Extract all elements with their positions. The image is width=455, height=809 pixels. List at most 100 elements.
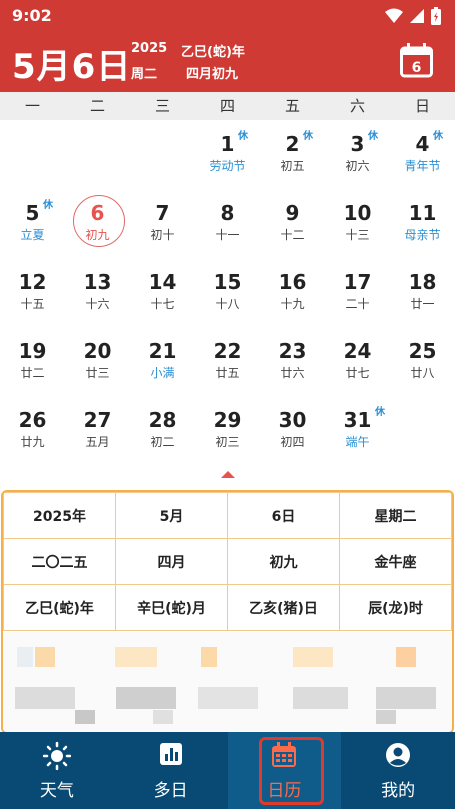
day-number: 30 — [278, 408, 307, 432]
day-cell[interactable]: 22 廿五 — [195, 327, 260, 396]
today-button[interactable]: 6 — [400, 43, 433, 78]
weekday-label: 三 — [154, 97, 170, 115]
tab-calendar[interactable]: 日历 — [227, 732, 342, 809]
day-cell[interactable]: 19 廿二 — [0, 327, 65, 396]
rest-day-badge: 休 — [368, 131, 378, 142]
day-cell[interactable]: 18 廿一 — [390, 258, 455, 327]
day-lunar-label: 十七 — [150, 297, 175, 311]
tab-label: 日历 — [267, 781, 302, 801]
day-info-table: 2025年 5月 6日 星期二 二〇二五 四月 初九 金牛座 乙巳(蛇)年 辛巳… — [3, 492, 452, 631]
day-number: 2 — [285, 132, 300, 156]
tab-label: 我的 — [381, 781, 416, 801]
day-cell[interactable]: 6 初九 — [65, 189, 130, 258]
day-number: 6 — [90, 201, 105, 225]
day-number: 3 — [350, 132, 365, 156]
day-number: 8 — [220, 201, 235, 225]
day-lunar-label: 廿二 — [20, 366, 45, 380]
day-lunar-label: 十九 — [280, 297, 305, 311]
info-cell: 辰(龙)时 — [339, 584, 452, 631]
day-lunar-label: 初四 — [280, 435, 305, 449]
day-number: 29 — [213, 408, 242, 432]
day-cell[interactable]: 26 廿九 — [0, 396, 65, 465]
header-weekday: 周二 — [131, 67, 158, 82]
bar-chart-icon — [159, 743, 182, 765]
day-cell[interactable]: 2 初五 休 — [260, 120, 325, 189]
calendar-today-icon: 6 — [400, 43, 433, 78]
expand-arrow-icon[interactable] — [221, 471, 235, 478]
day-cell[interactable]: 17 二十 — [325, 258, 390, 327]
info-cell: 乙亥(猪)日 — [227, 584, 340, 631]
day-cell[interactable]: 21 小满 — [130, 327, 195, 396]
day-number: 24 — [343, 339, 372, 363]
day-cell[interactable]: 10 十三 — [325, 189, 390, 258]
day-lunar-label: 十五 — [20, 297, 45, 311]
day-cell[interactable]: 7 初十 — [130, 189, 195, 258]
info-cell: 2025年 — [3, 492, 116, 539]
day-lunar-label: 劳动节 — [209, 159, 246, 173]
day-cell[interactable]: 20 廿三 — [65, 327, 130, 396]
info-row-lunar: 二〇二五 四月 初九 金牛座 — [3, 538, 452, 585]
day-cell[interactable]: 25 廿八 — [390, 327, 455, 396]
day-number: 27 — [83, 408, 112, 432]
day-cell[interactable]: 24 廿七 — [325, 327, 390, 396]
today-icon-day: 6 — [412, 60, 422, 76]
battery-icon — [431, 7, 441, 25]
day-number: 28 — [148, 408, 177, 432]
weekday-label: 二 — [89, 97, 105, 115]
tab-weather[interactable]: 天气 — [0, 732, 114, 809]
day-cell[interactable]: 1 劳动节 休 — [195, 120, 260, 189]
weekday-label: 六 — [349, 97, 365, 115]
tab-multiday[interactable]: 多日 — [114, 732, 228, 809]
day-lunar-label: 初二 — [150, 435, 175, 449]
user-icon — [386, 743, 411, 767]
day-number: 15 — [213, 270, 242, 294]
day-number: 19 — [18, 339, 47, 363]
day-cell[interactable]: 30 初四 — [260, 396, 325, 465]
day-cell[interactable]: 29 初三 — [195, 396, 260, 465]
rest-day-badge: 休 — [303, 131, 313, 142]
day-lunar-label: 二十 — [345, 297, 370, 311]
day-lunar-label: 端午 — [345, 435, 370, 449]
day-cell[interactable]: 13 十六 — [65, 258, 130, 327]
day-lunar-label: 初五 — [280, 159, 305, 173]
status-time: 9:02 — [12, 6, 52, 25]
day-cell[interactable]: 31 端午休 — [325, 396, 390, 465]
tab-profile[interactable]: 我的 — [341, 732, 455, 809]
header-year: 2025 — [131, 41, 168, 56]
day-number: 1 — [220, 132, 235, 156]
day-cell[interactable]: 14 十七 — [130, 258, 195, 327]
day-cell[interactable]: 8 十一 — [195, 189, 260, 258]
status-icons — [385, 7, 441, 25]
weekday-label: 四 — [219, 97, 235, 115]
day-lunar-label: 廿三 — [85, 366, 110, 380]
day-cell[interactable]: 27 五月 — [65, 396, 130, 465]
day-number: 16 — [278, 270, 307, 294]
day-number: 12 — [18, 270, 47, 294]
day-number: 7 — [155, 201, 170, 225]
day-cell[interactable]: 9 十二 — [260, 189, 325, 258]
day-cell[interactable]: 4 青年节 休 — [390, 120, 455, 189]
rest-day-badge: 休 — [238, 131, 248, 142]
info-row-ganzhi: 乙巳(蛇)年 辛巳(蛇)月 乙亥(猪)日 辰(龙)时 — [3, 584, 452, 631]
day-cell[interactable]: 23 廿六 — [260, 327, 325, 396]
day-cell[interactable]: 16 十九 — [260, 258, 325, 327]
info-cell: 四月 — [115, 538, 228, 585]
weekday-label: 日 — [414, 97, 430, 115]
day-info-panel: 2025年 5月 6日 星期二 二〇二五 四月 初九 金牛座 乙巳(蛇)年 辛巳… — [1, 490, 454, 734]
day-lunar-label: 初三 — [215, 435, 240, 449]
day-cell[interactable]: 15 十八 — [195, 258, 260, 327]
tab-label: 天气 — [39, 781, 74, 801]
info-cell: 初九 — [227, 538, 340, 585]
day-cell[interactable]: 11 母亲节 — [390, 189, 455, 258]
day-cell[interactable]: 28 初二 — [130, 396, 195, 465]
day-lunar-label: 廿八 — [410, 366, 435, 380]
day-number: 18 — [408, 270, 437, 294]
day-cell[interactable]: 12 十五 — [0, 258, 65, 327]
day-lunar-label: 十三 — [345, 228, 370, 242]
day-number: 13 — [83, 270, 112, 294]
day-cell[interactable]: 3 初六 休 — [325, 120, 390, 189]
day-lunar-label: 十一 — [215, 228, 240, 242]
info-cell: 乙巳(蛇)年 — [3, 584, 116, 631]
info-cell: 星期二 — [339, 492, 452, 539]
day-cell[interactable]: 5 立夏 休 — [0, 189, 65, 258]
